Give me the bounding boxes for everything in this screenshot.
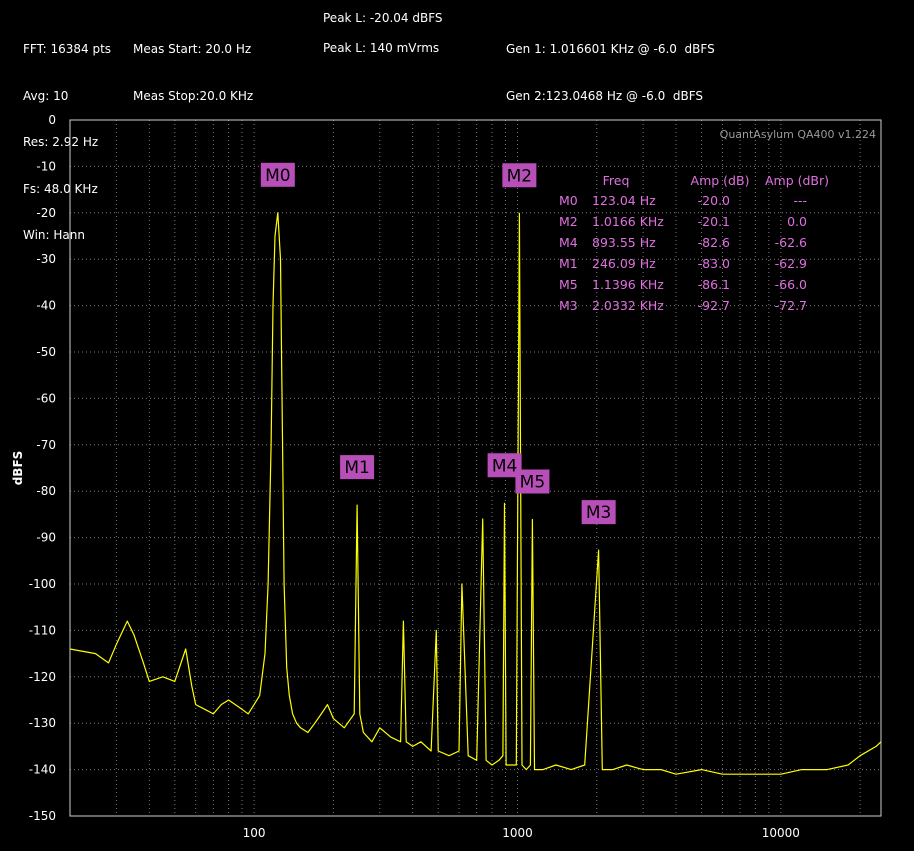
y-tick-label: -100 (29, 577, 56, 591)
spectrum-trace (69, 212, 882, 775)
marker-m1: M1 (340, 455, 375, 480)
row-amp: -82.6 (698, 235, 730, 250)
x-axis-ticks: 100 1000 10000 (243, 826, 800, 840)
row-freq: 2.0332 KHz (592, 298, 664, 313)
y-tick-label: -120 (29, 670, 56, 684)
row-ampr: -62.9 (775, 256, 807, 271)
table-header: Freq (603, 173, 630, 188)
marker-label: M5 (520, 473, 545, 493)
plot-border (69, 119, 882, 817)
row-ampr: -72.7 (775, 298, 807, 313)
y-tick-label: -50 (36, 345, 56, 359)
row-marker: M0 (559, 193, 578, 208)
table-row: M2 1.0166 KHz -20.1 0.0 (559, 214, 807, 229)
marker-label: M3 (586, 503, 611, 523)
y-tick-label: -10 (36, 159, 56, 173)
row-freq: 1.1396 KHz (592, 277, 664, 292)
chart-grid (70, 119, 881, 817)
y-tick-label: -40 (36, 299, 56, 313)
marker-table: Freq Amp (dB) Amp (dBr) M0 123.04 Hz -20.0 ---… (559, 173, 829, 313)
x-tick-label: 10000 (762, 826, 800, 840)
table-row: M5 1.1396 KHz -86.1 -66.0 (559, 277, 807, 292)
row-ampr: -62.6 (775, 235, 807, 250)
table-row: M4 893.55 Hz -82.6 -62.6 (559, 235, 807, 250)
y-tick-label: -30 (36, 252, 56, 266)
table-header: Amp (dBr) (765, 173, 829, 188)
row-ampr: -66.0 (775, 277, 807, 292)
spectrum-chart: 0 -10 -20 -30 -40 -50 -60 -70 -80 -90 -100 -110 -120… (11, 113, 882, 840)
y-axis-ticks: 0 -10 -20 -30 -40 -50 -60 -70 -80 -90 -100 -110 -120… (29, 113, 56, 823)
marker-m0: M0 (260, 162, 295, 187)
row-marker: M1 (559, 256, 578, 271)
table-row: M0 123.04 Hz -20.0 --- (559, 193, 807, 208)
table-row: M1 246.09 Hz -83.0 -62.9 (559, 256, 807, 271)
y-tick-label: -70 (36, 438, 56, 452)
y-axis-label: dBFS (11, 451, 25, 486)
row-freq: 1.0166 KHz (592, 214, 664, 229)
marker-m2: M2 (502, 163, 537, 188)
y-tick-label: -140 (29, 763, 56, 777)
row-amp: -20.0 (698, 193, 730, 208)
spectrum-line (69, 212, 882, 775)
row-marker: M2 (559, 214, 578, 229)
row-amp: -20.1 (698, 214, 730, 229)
marker-m3: M3 (581, 500, 616, 525)
x-tick-label: 1000 (502, 826, 533, 840)
marker-label: M0 (265, 166, 290, 186)
marker-m5: M5 (515, 469, 550, 494)
row-ampr: --- (793, 193, 807, 208)
y-tick-label: -90 (36, 531, 56, 545)
row-freq: 123.04 Hz (592, 193, 656, 208)
row-amp: -83.0 (698, 256, 730, 271)
marker-label: M2 (507, 166, 532, 186)
row-amp: -92.7 (698, 298, 730, 313)
row-marker: M4 (559, 235, 578, 250)
row-marker: M3 (559, 298, 578, 313)
plot-frame (69, 119, 882, 817)
marker-label: M1 (344, 458, 369, 478)
watermark: QuantAsylum QA400 v1.224 (720, 128, 876, 141)
y-tick-label: -60 (36, 391, 56, 405)
x-tick-label: 100 (243, 826, 266, 840)
row-ampr: 0.0 (787, 214, 807, 229)
table-header: Amp (dB) (691, 173, 750, 188)
y-tick-label: -20 (36, 206, 56, 220)
y-tick-label: -130 (29, 716, 56, 730)
row-marker: M5 (559, 277, 578, 292)
row-amp: -86.1 (698, 277, 730, 292)
row-freq: 246.09 Hz (592, 256, 656, 271)
row-freq: 893.55 Hz (592, 235, 656, 250)
y-tick-label: -150 (29, 809, 56, 823)
y-tick-label: -110 (29, 623, 56, 637)
y-tick-label: -80 (36, 484, 56, 498)
marker-label: M4 (492, 456, 517, 476)
y-tick-label: 0 (48, 113, 56, 127)
